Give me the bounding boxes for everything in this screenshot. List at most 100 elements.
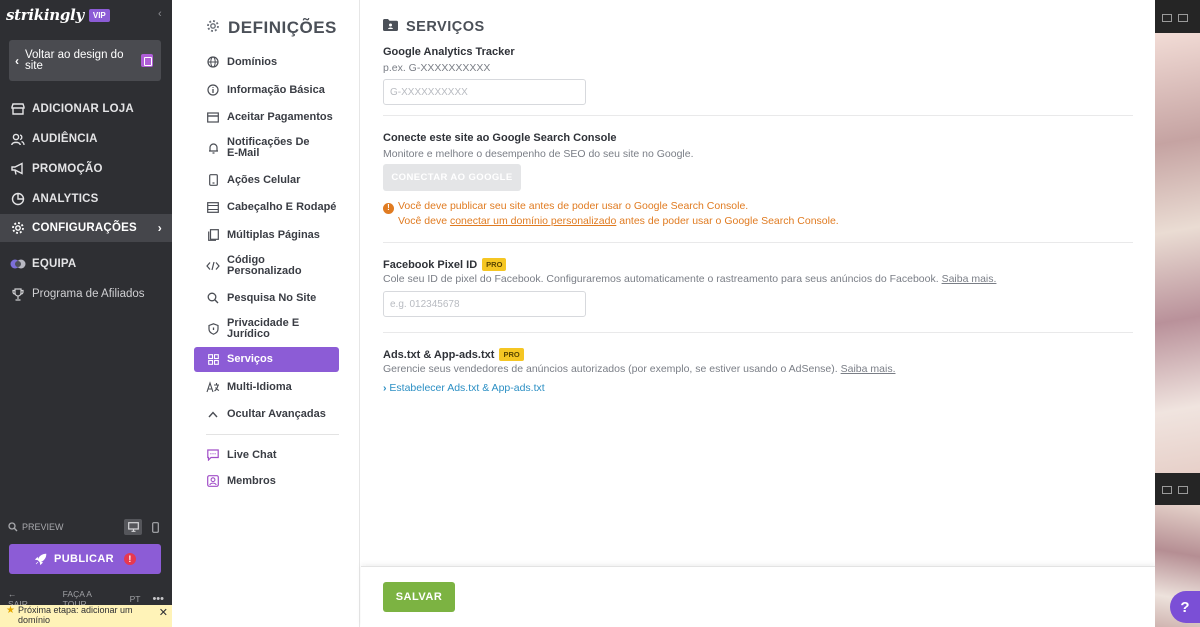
nav-audience-label: AUDIÊNCIA <box>32 133 98 145</box>
collapse-sidebar-icon[interactable]: ‹ <box>158 8 162 20</box>
ga-label: Google Analytics Tracker <box>383 46 515 58</box>
trophy-icon <box>10 286 26 302</box>
page-title-label: SERVIÇOS <box>406 19 485 35</box>
settings-item-site-search[interactable]: Pesquisa No Site <box>194 291 339 305</box>
help-button[interactable]: ? <box>1170 591 1200 623</box>
fb-pixel-label: Facebook Pixel ID PRO <box>383 258 507 271</box>
settings-item-live-chat[interactable]: Live Chat <box>194 448 339 462</box>
publish-label: PUBLICAR <box>53 553 115 565</box>
save-bar <box>361 566 1155 627</box>
settings-item-label: Multi-Idioma <box>227 380 292 393</box>
more-icon[interactable]: ••• <box>152 593 164 605</box>
nav-add-store[interactable]: ADICIONAR LOJA <box>0 95 172 123</box>
mobile-icon[interactable] <box>146 519 164 535</box>
page-design-icon <box>141 54 153 67</box>
ads-txt-title: Ads.txt & App-ads.txt <box>383 349 495 361</box>
ads-learn-more-link[interactable]: Saiba mais. <box>841 363 896 375</box>
next-step-text: Próxima etapa: adicionar um domínio <box>17 605 133 625</box>
close-icon[interactable]: ✕ <box>159 606 168 619</box>
section-divider <box>383 332 1133 333</box>
mobile-icon <box>206 174 220 186</box>
language-icon <box>206 381 220 393</box>
vip-badge: VIP <box>88 8 110 22</box>
settings-title-label: DEFINIÇÕES <box>228 18 337 37</box>
code-icon <box>206 261 220 271</box>
fb-pixel-description: Cole seu ID de pixel do Facebook. Config… <box>383 273 996 285</box>
site-preview[interactable] <box>1155 0 1200 627</box>
star-icon: ★ <box>6 605 15 616</box>
members-icon <box>206 475 220 487</box>
nav-promotion-label: PROMOÇÃO <box>32 163 103 175</box>
analytics-icon <box>10 191 26 207</box>
settings-item-label: Live Chat <box>227 448 277 461</box>
editor-sidebar: strikingly VIP ‹ ‹ Voltar ao design do s… <box>0 0 172 627</box>
pages-icon <box>206 229 220 241</box>
payment-icon <box>206 111 220 123</box>
gsc-warning-domain-post: antes de poder usar o Google Search Cons… <box>616 214 839 227</box>
desktop-icon[interactable] <box>124 519 142 535</box>
nav-promotion[interactable]: PROMOÇÃO <box>0 155 172 183</box>
warning-icon: ! <box>383 202 394 214</box>
nav-audience[interactable]: AUDIÊNCIA <box>0 125 172 153</box>
gsc-warning-publish: Você deve publicar seu site antes de pod… <box>398 200 749 212</box>
gsc-label: Conecte este site ao Google Search Conso… <box>383 132 617 144</box>
settings-item-basic-info[interactable]: Informação Básica <box>194 83 339 97</box>
preview-row: PREVIEW <box>8 519 164 535</box>
nav-affiliates[interactable]: Programa de Afiliados <box>0 280 172 308</box>
gsc-warning: ! Você deve publicar seu site antes de po… <box>383 199 839 228</box>
image-icon <box>1162 486 1172 494</box>
settings-item-email-notifications[interactable]: Notificações De E-Mail <box>194 137 339 159</box>
nav-add-store-label: ADICIONAR LOJA <box>32 103 134 115</box>
logo[interactable]: strikingly <box>6 6 84 24</box>
preview-section <box>1155 0 1200 33</box>
settings-item-header-footer[interactable]: Cabeçalho E Rodapé <box>194 200 339 214</box>
ga-example: p.ex. G-XXXXXXXXXX <box>383 62 491 74</box>
publish-button[interactable]: PUBLICAR ! <box>9 544 161 574</box>
section-divider <box>383 115 1133 116</box>
next-step-banner[interactable]: ★ Próxima etapa: adicionar um domínio ✕ <box>0 605 172 627</box>
pro-badge: PRO <box>482 258 507 271</box>
preview-section <box>1155 473 1200 505</box>
ga-tracker-input[interactable]: G-XXXXXXXXXX <box>383 79 586 105</box>
settings-item-members[interactable]: Membros <box>194 474 339 488</box>
settings-item-label: Código Personalizado <box>227 254 302 277</box>
image-icon <box>1162 14 1172 22</box>
fb-pixel-title: Facebook Pixel ID <box>383 259 478 271</box>
settings-item-privacy-legal[interactable]: Privacidade E Jurídico <box>194 318 339 340</box>
settings-item-custom-code[interactable]: Código Personalizado <box>194 255 339 277</box>
settings-item-multi-language[interactable]: Multi-Idioma <box>194 380 339 394</box>
fb-pixel-placeholder: e.g. 012345678 <box>390 298 460 310</box>
megaphone-icon <box>10 161 26 177</box>
language-link[interactable]: PT <box>130 594 141 604</box>
nav-team[interactable]: EQUIPA <box>0 250 172 278</box>
settings-item-label: Privacidade E Jurídico <box>227 317 300 340</box>
search-icon <box>206 292 220 304</box>
preview-image <box>1155 33 1200 473</box>
globe-icon <box>206 56 220 68</box>
chat-icon <box>206 449 220 461</box>
settings-item-services[interactable]: Serviços <box>194 347 339 372</box>
settings-item-multiple-pages[interactable]: Múltiplas Páginas <box>194 228 339 242</box>
fb-pixel-input[interactable]: e.g. 012345678 <box>383 291 586 317</box>
nav-analytics-label: ANALYTICS <box>32 193 99 205</box>
connect-domain-link[interactable]: conectar um domínio personalizado <box>450 215 616 227</box>
nav-analytics[interactable]: ANALYTICS <box>0 185 172 213</box>
image-icon <box>1178 14 1188 22</box>
back-to-design-button[interactable]: ‹ Voltar ao design do site <box>9 40 161 81</box>
settings-item-label: Informação Básica <box>227 83 325 96</box>
settings-item-domains[interactable]: Domínios <box>194 55 339 69</box>
ads-txt-description: Gerencie seus vendedores de anúncios aut… <box>383 363 895 375</box>
ads-txt-expand-label: Estabelecer Ads.txt & App-ads.txt <box>389 382 545 394</box>
ads-txt-expand-link[interactable]: › Estabelecer Ads.txt & App-ads.txt <box>383 382 545 394</box>
folder-icon <box>383 19 398 35</box>
preview-label[interactable]: PREVIEW <box>22 522 64 532</box>
connect-google-button[interactable]: CONECTAR AO GOOGLE <box>383 164 521 191</box>
page-title: SERVIÇOS <box>383 19 485 35</box>
settings-item-payments[interactable]: Aceitar Pagamentos <box>194 110 339 124</box>
rocket-icon <box>34 553 47 565</box>
nav-settings[interactable]: CONFIGURAÇÕES › <box>0 214 172 242</box>
save-button[interactable]: SALVAR <box>383 582 455 612</box>
hide-advanced-toggle[interactable]: Ocultar Avançadas <box>194 407 339 421</box>
fb-learn-more-link[interactable]: Saiba mais. <box>942 273 997 285</box>
settings-item-mobile-actions[interactable]: Ações Celular <box>194 173 339 187</box>
